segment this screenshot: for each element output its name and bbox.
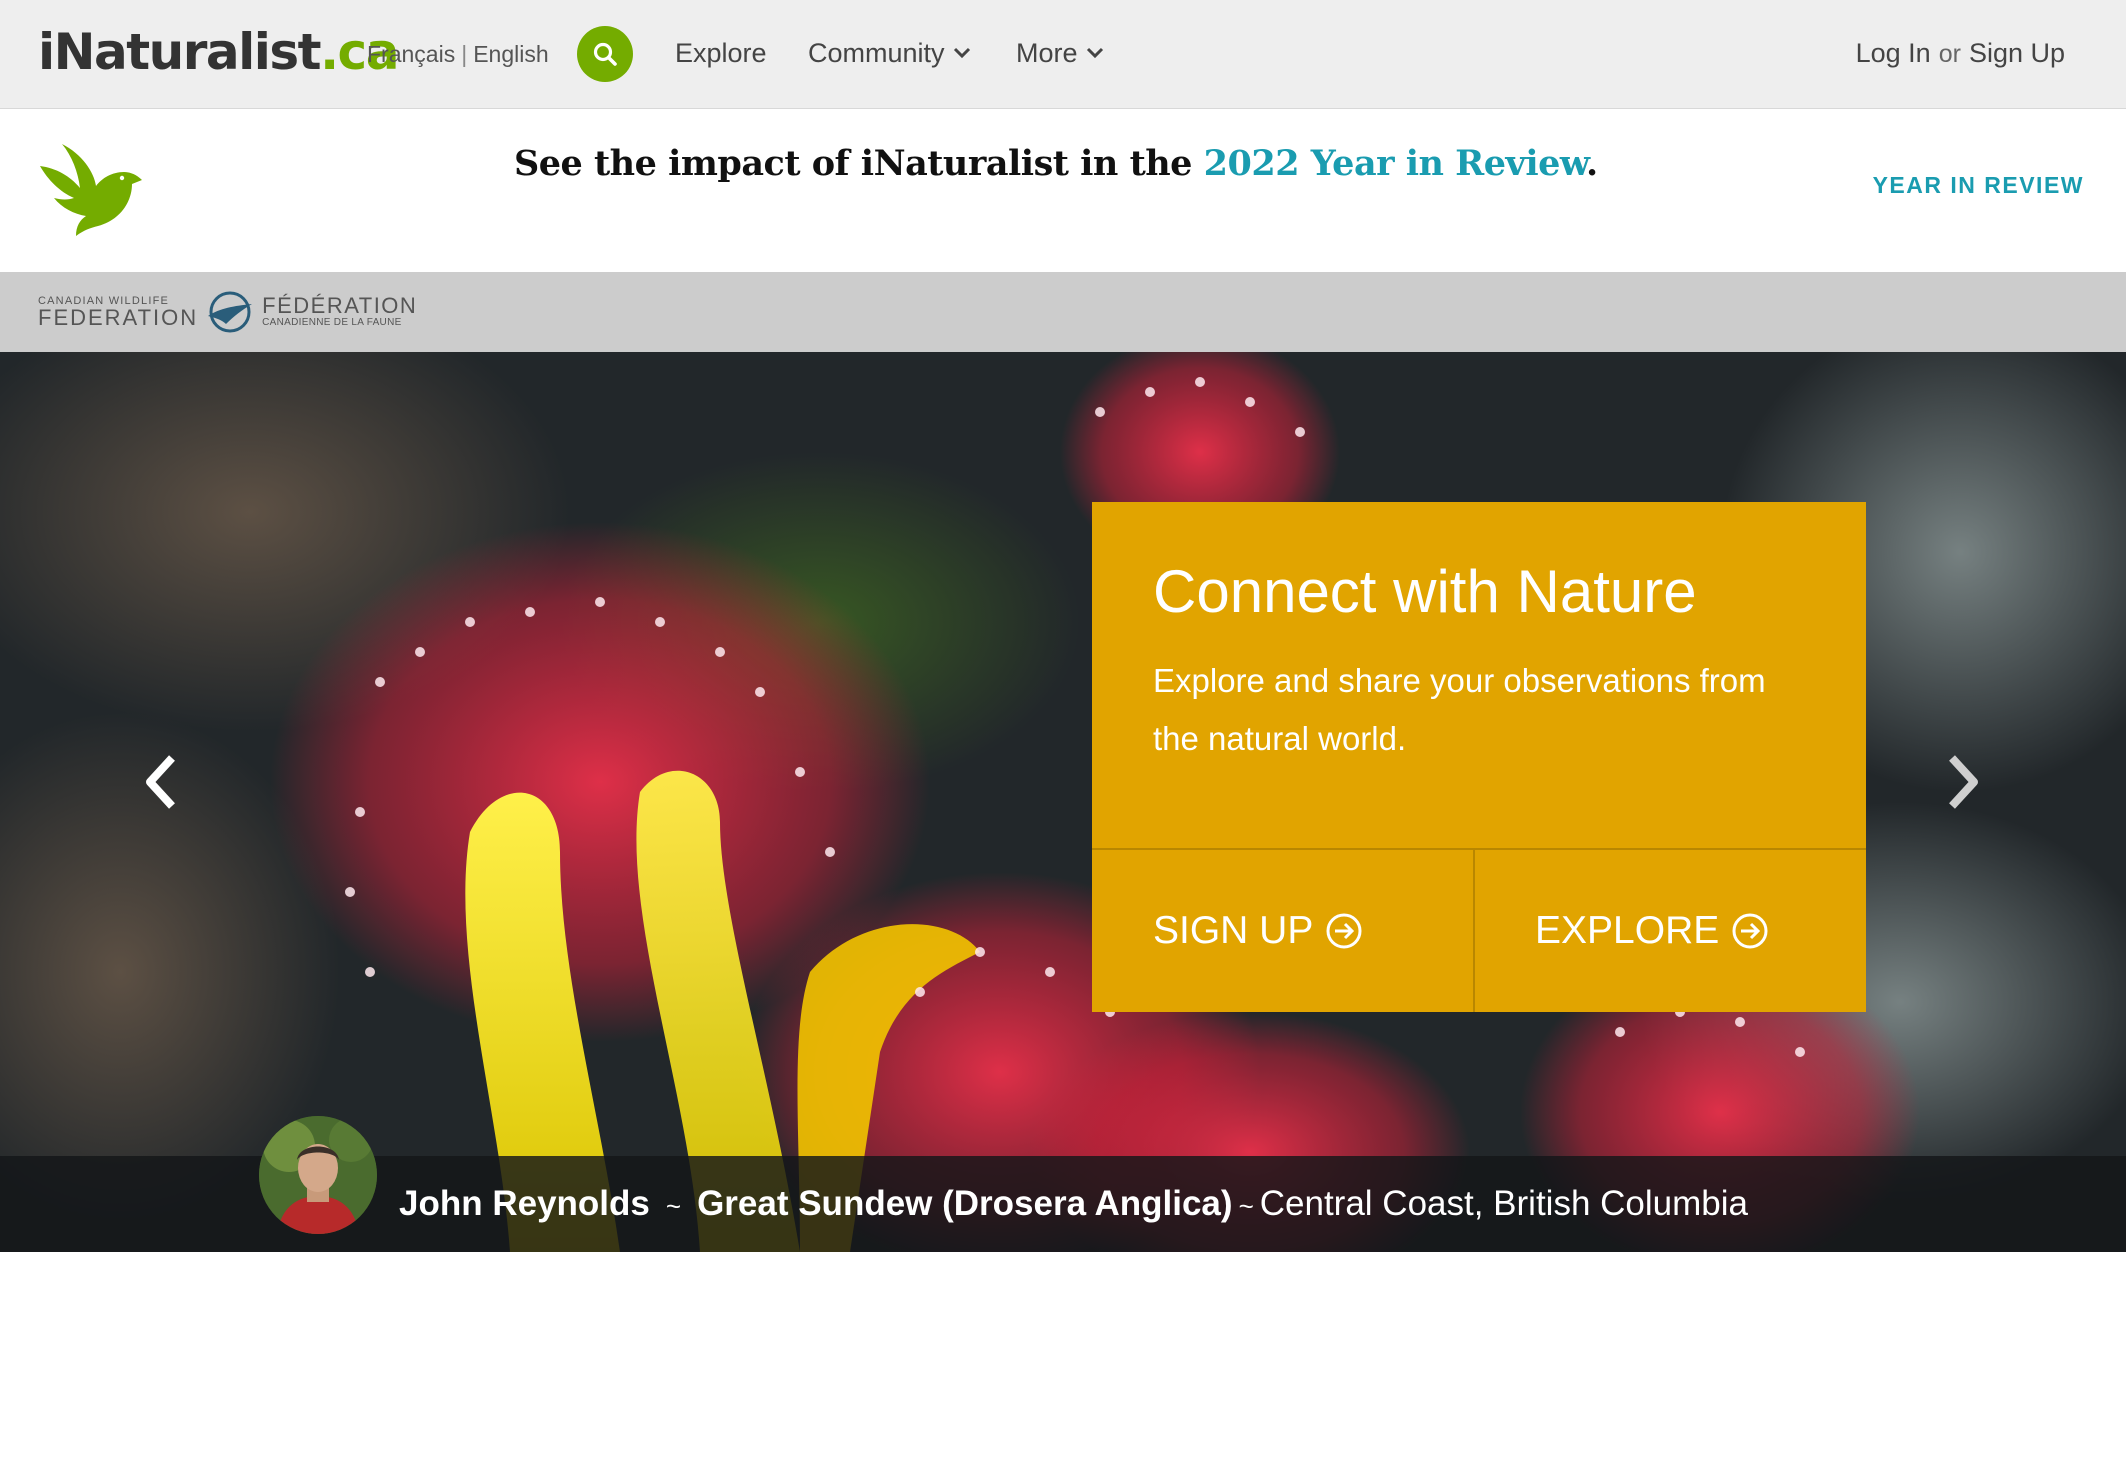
banner-headline-text: See the impact of iNaturalist in the	[514, 143, 1204, 184]
nav-community[interactable]: Community	[808, 34, 971, 72]
lang-english-link[interactable]: English	[473, 41, 548, 67]
inat-bird-logo[interactable]	[36, 142, 144, 238]
photo-credit: John Reynolds ~ Great Sundew (Drosera Angl…	[399, 1180, 1748, 1230]
cwf-fr-big: FÉDÉRATION	[262, 293, 418, 318]
arrow-circle-right-icon	[1326, 913, 1362, 949]
search-icon	[593, 42, 617, 66]
year-in-review-button[interactable]: YEAR IN REVIEW	[1873, 172, 2084, 199]
chevron-right-icon[interactable]	[1944, 752, 1984, 812]
panel-divider-vertical	[1473, 850, 1475, 1012]
logo-text: iNaturalist	[38, 23, 322, 81]
hero-signup-label: SIGN UP	[1153, 909, 1314, 952]
nav-more-label: More	[1016, 38, 1078, 68]
cwf-fr-small: CANADIENNE DE LA FAUNE	[262, 317, 402, 328]
cwf-logo-french: FÉDÉRATION CANADIENNE DE LA FAUNE	[262, 295, 417, 329]
login-link[interactable]: Log In	[1856, 38, 1931, 68]
credit-separator: ~	[665, 1191, 682, 1221]
lang-separator: |	[461, 41, 468, 67]
observation-place: Central Coast, British Columbia	[1259, 1184, 1748, 1223]
year-in-review-inline-link[interactable]: 2022 Year in Review	[1204, 143, 1587, 184]
signup-link[interactable]: Sign Up	[1969, 38, 2065, 68]
partner-strip: CANADIAN WILDLIFE FEDERATION FÉDÉRATION …	[0, 272, 2126, 352]
photographer-name[interactable]: John Reynolds	[399, 1184, 650, 1223]
hero-explore-button[interactable]: EXPLORE	[1535, 850, 1769, 1012]
nav-explore[interactable]: Explore	[675, 34, 767, 72]
chevron-down-icon	[1086, 47, 1103, 59]
arrow-circle-right-icon	[1732, 913, 1768, 949]
search-button[interactable]	[577, 26, 633, 82]
auth-or: or	[1938, 40, 1961, 68]
cwf-bird-icon	[208, 291, 253, 333]
photographer-avatar-image	[259, 1116, 377, 1234]
species-name[interactable]: Great Sundew (Drosera Anglica)	[697, 1184, 1233, 1223]
lang-francais-link[interactable]: Français	[367, 41, 455, 67]
credit-separator: ~	[1238, 1191, 1254, 1221]
banner-headline: See the impact of iNaturalist in the 202…	[514, 140, 1598, 188]
hero-explore-label: EXPLORE	[1535, 909, 1720, 952]
hero-carousel: Connect with Nature Explore and share yo…	[0, 352, 2126, 1252]
auth-links: Log In or Sign Up	[1856, 34, 2065, 73]
cwf-logo[interactable]: CANADIAN WILDLIFE FEDERATION FÉDÉRATION …	[38, 290, 417, 334]
chevron-left-icon[interactable]	[140, 752, 180, 812]
chevron-down-icon	[953, 47, 970, 59]
hero-title: Connect with Nature	[1153, 558, 1697, 625]
avatar[interactable]	[259, 1116, 377, 1234]
cwf-logo-english: CANADIAN WILDLIFE FEDERATION	[38, 295, 198, 329]
year-in-review-banner: See the impact of iNaturalist in the 202…	[0, 110, 2126, 272]
hero-signup-button[interactable]: SIGN UP	[1153, 850, 1363, 1012]
language-switcher: Français | English	[367, 38, 549, 70]
inaturalist-logo[interactable]: iNaturalist.ca	[38, 18, 399, 86]
nav-community-label: Community	[808, 38, 945, 68]
banner-headline-period: .	[1586, 143, 1598, 184]
connect-with-nature-panel: Connect with Nature Explore and share yo…	[1092, 502, 1866, 1012]
nav-explore-label: Explore	[675, 38, 767, 68]
top-navigation: iNaturalist.ca Français | English Explore …	[0, 0, 2126, 109]
cwf-en-big: FEDERATION	[38, 305, 199, 330]
hero-subtitle: Explore and share your observations from…	[1153, 662, 1766, 757]
nav-more[interactable]: More	[1016, 34, 1104, 72]
